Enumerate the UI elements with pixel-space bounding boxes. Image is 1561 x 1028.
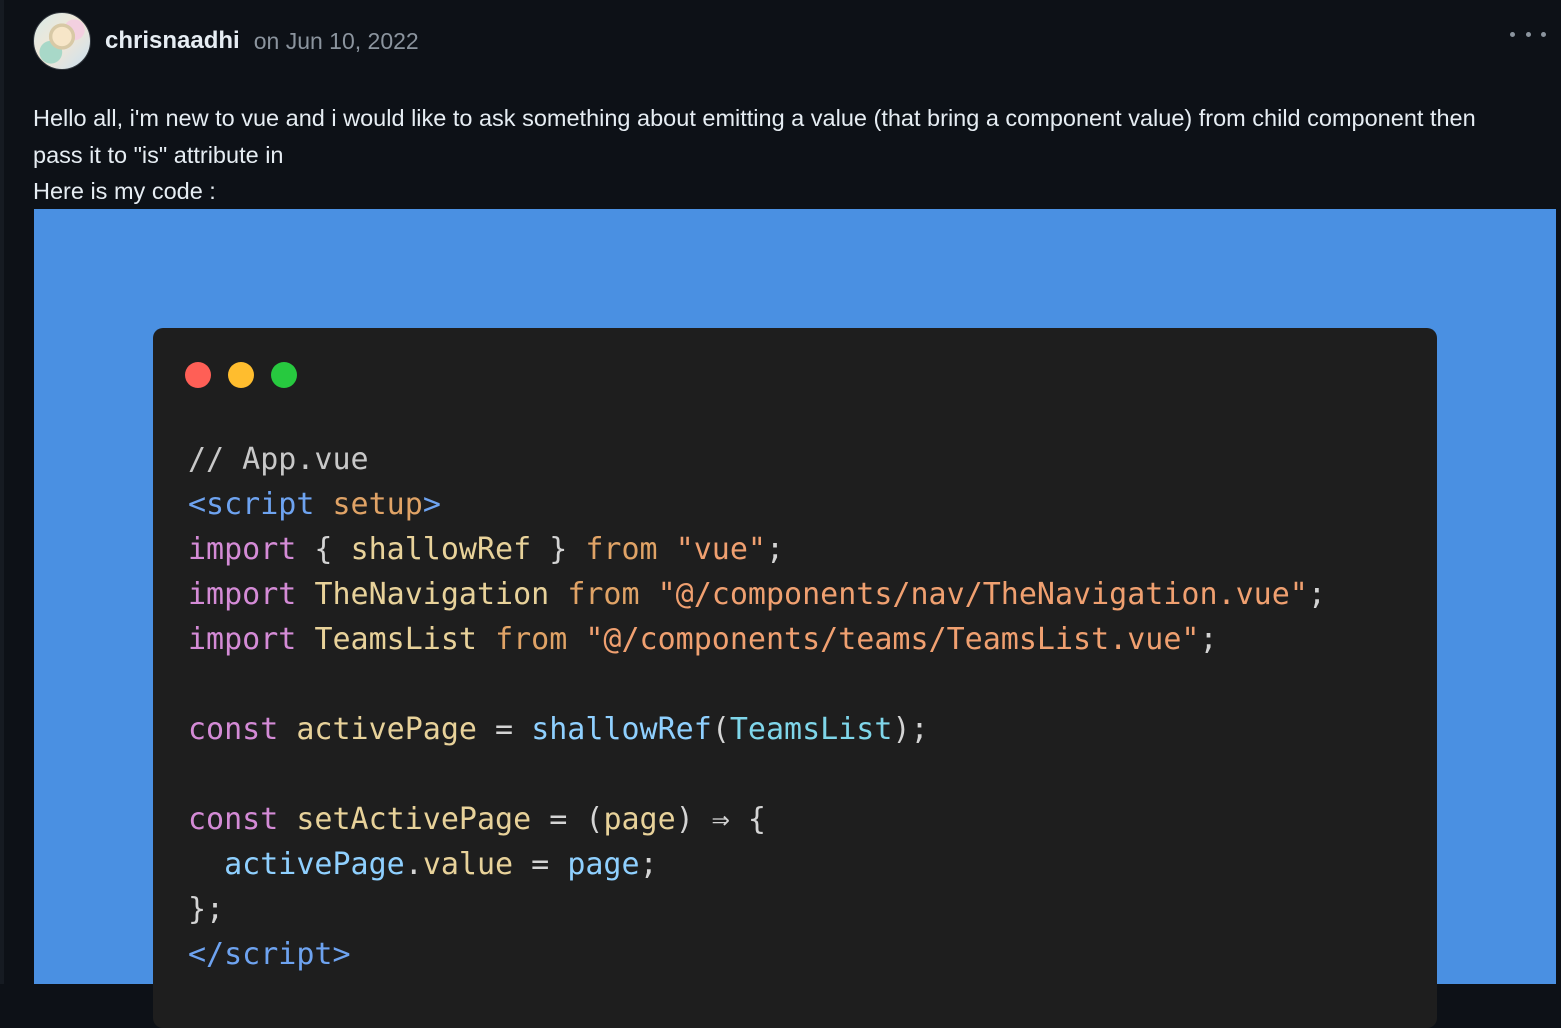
code-line: import TeamsList from "@/components/team… bbox=[188, 617, 1326, 662]
code-window: // App.vue <script setup> import { shallow… bbox=[153, 328, 1437, 1028]
code-token: import bbox=[188, 532, 297, 567]
code-line: activePage.value = page; bbox=[188, 842, 1326, 887]
code-token: setActivePage bbox=[296, 802, 532, 837]
code-block: // App.vue <script setup> import { shallow… bbox=[188, 437, 1326, 977]
code-token: { bbox=[296, 532, 351, 567]
more-options-icon[interactable] bbox=[1510, 22, 1546, 46]
code-token: activePage bbox=[296, 712, 477, 747]
code-token: ) ⇒ { bbox=[675, 802, 766, 837]
code-line: import TheNavigation from "@/components/… bbox=[188, 572, 1326, 617]
code-token: const bbox=[188, 802, 279, 837]
code-token: TheNavigation bbox=[314, 577, 550, 612]
code-line: }; bbox=[188, 887, 1326, 932]
comment-header: chrisnaadhi on Jun 10, 2022 bbox=[33, 12, 419, 70]
comment-body: Hello all, i'm new to vue and i would li… bbox=[33, 100, 1561, 210]
post-date[interactable]: on Jun 10, 2022 bbox=[254, 28, 419, 55]
code-token: } bbox=[531, 532, 586, 567]
code-token: ; bbox=[766, 532, 785, 567]
maximize-dot-icon bbox=[271, 362, 297, 388]
code-token: }; bbox=[188, 892, 225, 927]
code-token: ; bbox=[1199, 622, 1218, 657]
code-token: from bbox=[567, 577, 640, 612]
code-line: // App.vue bbox=[188, 437, 1326, 482]
code-token: TeamsList bbox=[729, 712, 893, 747]
code-token: value bbox=[422, 847, 514, 882]
body-line: Here is my code : bbox=[33, 178, 216, 204]
code-token: . bbox=[404, 847, 423, 882]
code-token: script bbox=[224, 937, 333, 972]
author-username[interactable]: chrisnaadhi bbox=[105, 27, 240, 55]
window-traffic-lights bbox=[185, 362, 297, 388]
code-token: = ( bbox=[531, 802, 604, 837]
avatar[interactable] bbox=[33, 12, 91, 70]
minimize-dot-icon bbox=[228, 362, 254, 388]
close-dot-icon bbox=[185, 362, 211, 388]
code-token: import bbox=[188, 577, 297, 612]
code-screenshot-image[interactable]: // App.vue <script setup> import { shallow… bbox=[34, 209, 1556, 1028]
code-token: setup bbox=[332, 487, 423, 522]
code-line: </script> bbox=[188, 932, 1326, 977]
code-line: const setActivePage = (page) ⇒ { bbox=[188, 797, 1326, 842]
code-token: "@/components/teams/TeamsList.vue" bbox=[585, 622, 1200, 657]
code-token: shallowRef bbox=[350, 532, 532, 567]
code-token: ; bbox=[639, 847, 658, 882]
code-token: <script bbox=[188, 487, 315, 522]
code-token: page bbox=[567, 847, 640, 882]
timeline-rule bbox=[0, 0, 4, 984]
code-token: ( bbox=[711, 712, 730, 747]
code-token: = bbox=[477, 712, 532, 747]
code-token: shallowRef bbox=[531, 712, 712, 747]
code-token: // App.vue bbox=[188, 442, 369, 477]
code-token: from bbox=[585, 532, 658, 567]
code-token: activePage bbox=[224, 847, 405, 882]
code-token: "vue" bbox=[675, 532, 766, 567]
code-token: TeamsList bbox=[314, 622, 477, 657]
code-line: <script setup> bbox=[188, 482, 1326, 527]
code-token: page bbox=[603, 802, 676, 837]
code-line: import { shallowRef } from "vue"; bbox=[188, 527, 1326, 572]
body-line: pass it to "is" attribute in bbox=[33, 141, 284, 168]
code-token: ); bbox=[892, 712, 929, 747]
code-token: > bbox=[332, 937, 351, 972]
code-token: from bbox=[495, 622, 568, 657]
code-token: > bbox=[422, 487, 441, 522]
code-token: = bbox=[513, 847, 568, 882]
code-token: import bbox=[188, 622, 297, 657]
code-token: "@/components/nav/TheNavigation.vue" bbox=[657, 577, 1308, 612]
code-line: const activePage = shallowRef(TeamsList)… bbox=[188, 707, 1326, 752]
body-line: Hello all, i'm new to vue and i would li… bbox=[33, 105, 1476, 131]
code-token: const bbox=[188, 712, 279, 747]
code-token: ; bbox=[1307, 577, 1326, 612]
code-token: </ bbox=[188, 937, 225, 972]
